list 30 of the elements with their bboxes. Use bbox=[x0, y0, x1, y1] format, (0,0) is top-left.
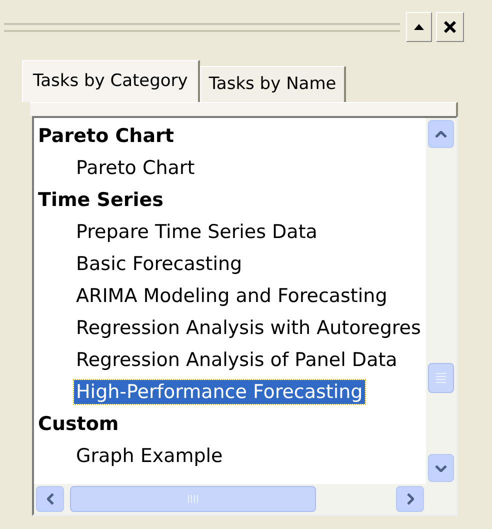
close-button[interactable] bbox=[436, 12, 464, 42]
collapse-button[interactable] bbox=[406, 12, 432, 42]
scroll-thumb[interactable] bbox=[428, 363, 454, 393]
triangle-up-icon bbox=[414, 24, 424, 30]
task-item[interactable]: ARIMA Modeling and Forecasting bbox=[74, 284, 390, 308]
category-header[interactable]: Pareto Chart bbox=[36, 124, 176, 148]
chevron-left-icon bbox=[46, 493, 54, 505]
scroll-down-button[interactable] bbox=[428, 454, 454, 482]
chevron-up-icon bbox=[435, 130, 447, 138]
horizontal-scrollbar[interactable] bbox=[34, 484, 426, 514]
task-item[interactable]: Pareto Chart bbox=[74, 156, 197, 180]
task-item[interactable]: Basic Forecasting bbox=[74, 252, 244, 276]
scroll-left-button[interactable] bbox=[36, 486, 64, 512]
vertical-scrollbar[interactable] bbox=[426, 118, 456, 484]
tab[interactable]: Tasks by Category bbox=[22, 60, 200, 102]
scroll-thumb[interactable] bbox=[70, 486, 316, 512]
chevron-right-icon bbox=[406, 493, 414, 505]
task-item[interactable]: Regression Analysis of Panel Data bbox=[74, 348, 400, 372]
scroll-right-button[interactable] bbox=[396, 486, 424, 512]
task-item[interactable]: Prepare Time Series Data bbox=[74, 220, 320, 244]
task-item[interactable]: Graph Example bbox=[74, 444, 225, 468]
chevron-down-icon bbox=[435, 464, 447, 472]
close-icon bbox=[443, 20, 457, 34]
grip-bar[interactable] bbox=[4, 22, 400, 32]
tab[interactable]: Tasks by Name bbox=[200, 66, 346, 102]
task-item[interactable]: Regression Analysis with Autoregres bbox=[74, 316, 423, 340]
task-item[interactable]: High-Performance Forecasting bbox=[74, 380, 365, 404]
scroll-up-button[interactable] bbox=[428, 120, 454, 148]
category-header[interactable]: Custom bbox=[36, 412, 121, 436]
category-header[interactable]: Time Series bbox=[36, 188, 166, 212]
